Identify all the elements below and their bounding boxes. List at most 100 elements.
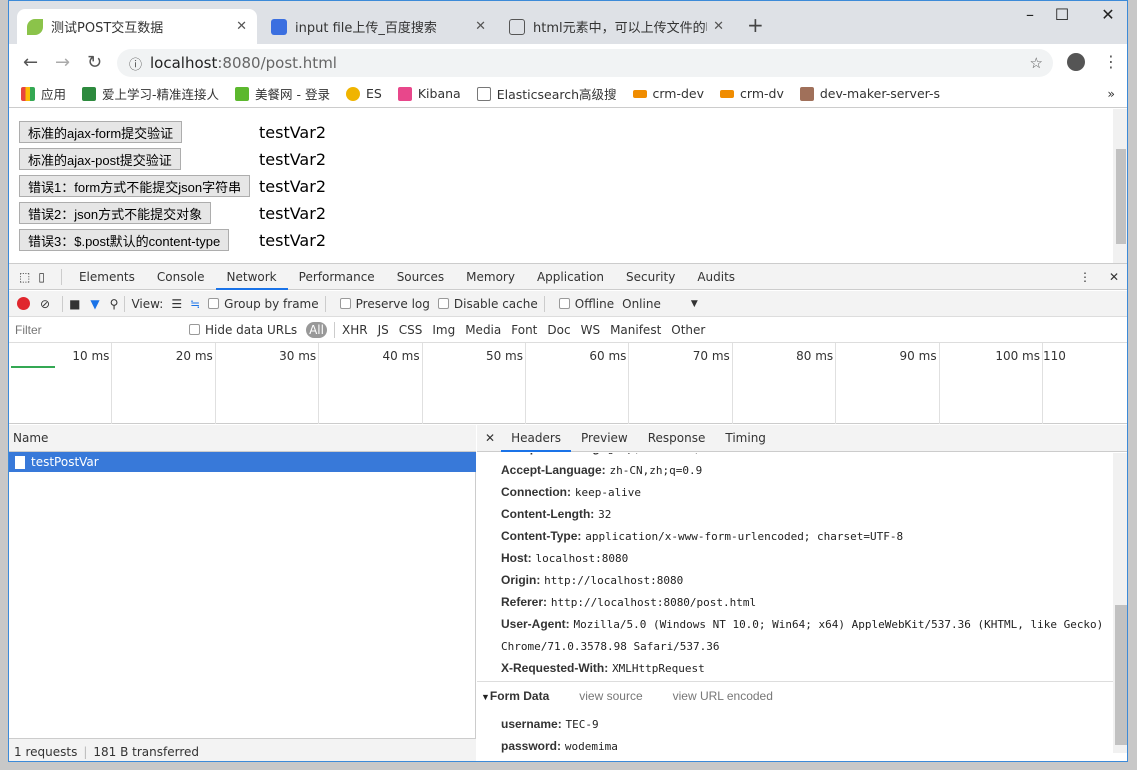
bookmark-label: crm-dv [740,86,784,101]
bookmark-apps[interactable]: 应用 [21,84,66,103]
minimize-button[interactable]: – [1015,5,1045,24]
ajax-post-button[interactable]: 标准的ajax-post提交验证 [19,148,181,170]
back-icon[interactable]: ← [23,52,38,73]
error3-button[interactable]: 错误3：$.post默认的content-type [19,229,230,251]
tab-security[interactable]: Security [615,264,686,290]
maximize-button[interactable]: ☐ [1047,5,1077,24]
filter-input[interactable] [13,319,181,340]
hide-data-urls-checkbox[interactable] [189,324,200,335]
bookmark[interactable]: crm-dev [632,86,704,101]
field-name: password: [501,739,562,753]
browser-tab[interactable]: html元素中，可以上传文件的唯一 ✕ [499,9,734,44]
address-bar[interactable]: ⓘ localhost:8080/post.html ☆ [117,49,1053,77]
tab-memory[interactable]: Memory [455,264,526,290]
bookmark[interactable]: 爱上学习-精准连接人 [82,84,219,103]
close-details-icon[interactable]: ✕ [485,431,495,445]
devtools: ⬚ ▯ Elements Console Network Performance… [9,263,1127,761]
close-devtools-icon[interactable]: ✕ [1109,270,1119,284]
filter-bar: Hide data URLs All XHR JS CSS Img Media … [9,317,1127,343]
star-icon[interactable]: ☆ [1030,54,1043,72]
tab-headers[interactable]: Headers [501,425,572,452]
error1-button[interactable]: 错误1：form方式不能提交json字符串 [19,175,251,197]
close-tab-icon[interactable]: ✕ [713,19,724,34]
bookmark[interactable]: crm-dv [720,86,784,101]
error2-button[interactable]: 错误2：json方式不能提交对象 [19,202,212,224]
filter-other[interactable]: Other [671,323,705,337]
bookmark-label: ES [366,86,382,101]
bookmark[interactable]: ES [346,86,382,101]
page-scrollbar[interactable] [1113,109,1127,263]
devtools-menu-icon[interactable]: ⋮ [1079,270,1091,284]
close-tab-icon[interactable]: ✕ [475,19,486,34]
tab-network[interactable]: Network [215,264,288,290]
filter-media[interactable]: Media [465,323,501,337]
header-value: zh-CN,zh;q=0.9 [609,464,703,477]
bookmark[interactable]: Kibana [397,86,461,101]
timeline-overview[interactable]: 10 ms 20 ms 30 ms 40 ms 50 ms 60 ms 70 ms 80 ms… [9,343,1127,424]
screenshot-icon[interactable]: ■ [69,297,80,311]
dropdown-icon[interactable]: ▼ [691,299,698,309]
bookmark[interactable]: dev-maker-server-s [799,86,940,101]
request-list: Name testPostVar 1 requests | 181 B transf… [9,425,476,761]
record-icon[interactable] [17,297,30,310]
close-tab-icon[interactable]: ✕ [236,19,247,34]
header-name: Connection: [501,485,571,499]
tab-response[interactable]: Response [638,425,716,452]
header-value: application/x-www-form-urlencoded; chars… [585,530,904,543]
filter-img[interactable]: Img [432,323,455,337]
filter-ws[interactable]: WS [581,323,600,337]
browser-tab[interactable]: input file上传_百度搜索 ✕ [261,9,496,44]
tab-performance[interactable]: Performance [288,264,386,290]
large-rows-icon[interactable]: ☰ [171,297,182,311]
view-url-encoded-link[interactable]: view URL encoded [673,689,773,703]
forward-icon[interactable]: → [55,52,70,73]
devtools-tabs: ⬚ ▯ Elements Console Network Performance… [9,264,1127,290]
tab-audits[interactable]: Audits [686,264,746,290]
throttle-select[interactable]: Online [622,297,661,311]
offline-checkbox[interactable] [558,298,570,309]
profile-icon[interactable] [1067,53,1085,71]
filter-icon[interactable]: ▼ [90,297,99,311]
filter-doc[interactable]: Doc [547,323,570,337]
details-scrollbar[interactable] [1113,453,1127,753]
tab-title: input file上传_百度搜索 [295,21,437,36]
form-data-section[interactable]: ▼Form Data view source view URL encoded [481,689,773,703]
name-column-header[interactable]: Name [9,425,476,452]
tab-elements[interactable]: Elements [68,264,146,290]
search-icon[interactable]: ⚲ [110,297,119,311]
clear-icon[interactable]: ⊘ [40,297,50,311]
inspect-icon[interactable]: ⬚ [19,270,30,284]
filter-xhr[interactable]: XHR [342,323,368,337]
header-name: Content-Type: [501,529,582,543]
tab-preview[interactable]: Preview [571,425,638,452]
ajax-form-button[interactable]: 标准的ajax-form提交验证 [19,121,183,143]
view-source-link[interactable]: view source [579,689,642,703]
menu-icon[interactable]: ⋮ [1103,52,1119,71]
browser-tab-active[interactable]: 测试POST交互数据 ✕ [17,9,257,44]
form-field-row: password: wodemima [501,739,618,753]
more-bookmarks-button[interactable]: » [1107,86,1115,101]
request-row[interactable]: testPostVar [9,452,476,472]
tab-sources[interactable]: Sources [386,264,455,290]
reload-icon[interactable]: ↻ [87,52,102,73]
tab-timing[interactable]: Timing [715,425,776,452]
tab-application[interactable]: Application [526,264,615,290]
disable-cache-checkbox[interactable] [437,298,449,309]
filter-css[interactable]: CSS [399,323,423,337]
group-by-frame-checkbox[interactable] [208,298,220,309]
preserve-log-checkbox[interactable] [339,298,351,309]
filter-font[interactable]: Font [511,323,537,337]
waterfall-icon[interactable]: ≒ [190,297,200,311]
bookmark[interactable]: 美餐网 - 登录 [235,84,330,103]
tab-console[interactable]: Console [146,264,216,290]
bookmark[interactable]: Elasticsearch高级搜 [476,84,617,103]
close-window-button[interactable]: ✕ [1093,5,1123,24]
timeline-tick: 70 ms [629,343,733,424]
filter-js[interactable]: JS [378,323,389,337]
filter-all[interactable]: All [306,321,327,338]
header-name: Accept-Language: [501,463,606,477]
header-row: Accept-Language: zh-CN,zh;q=0.9 [501,463,702,477]
device-toolbar-icon[interactable]: ▯ [38,270,45,284]
filter-manifest[interactable]: Manifest [610,323,661,337]
new-tab-button[interactable]: + [747,13,764,37]
